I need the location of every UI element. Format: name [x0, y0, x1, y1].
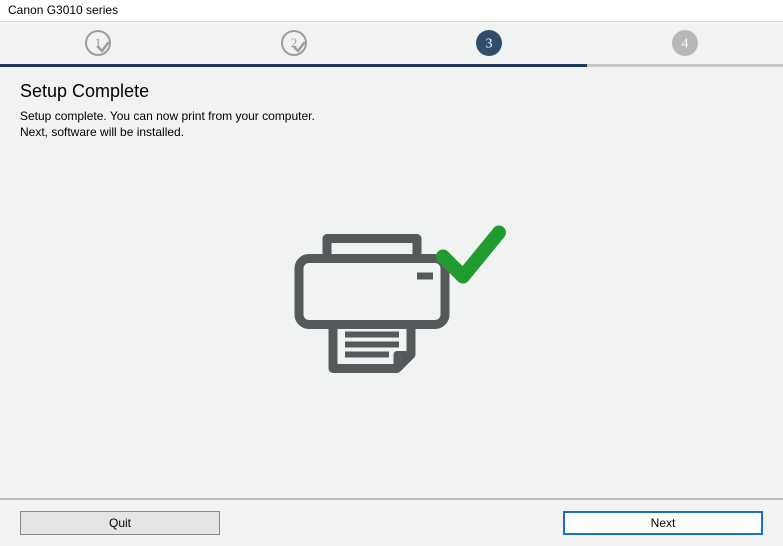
window-title: Canon G3010 series — [8, 3, 118, 17]
description-line-2: Next, software will be installed. — [20, 124, 763, 140]
next-button[interactable]: Next — [563, 511, 763, 535]
titlebar: Canon G3010 series — [0, 0, 783, 22]
step-1-done-icon: 1 — [84, 29, 112, 57]
footer-bar: Quit Next — [0, 498, 783, 546]
step-3-number: 3 — [486, 37, 493, 52]
description-line-1: Setup complete. You can now print from y… — [20, 108, 763, 124]
printer-success-graphic — [277, 223, 507, 386]
step-3-active-icon: 3 — [475, 29, 503, 57]
step-4-upcoming-icon: 4 — [671, 29, 699, 57]
installer-window: Canon G3010 series 1 2 3 4 Setup Comp — [0, 0, 783, 546]
page-heading: Setup Complete — [20, 81, 763, 102]
step-4-number: 4 — [682, 37, 689, 52]
step-2-done-icon: 2 — [280, 29, 308, 57]
content-area: Setup Complete Setup complete. You can n… — [0, 67, 783, 498]
step-indicator-row: 1 2 3 4 — [0, 22, 783, 64]
printer-icon — [299, 239, 445, 369]
quit-button[interactable]: Quit — [20, 511, 220, 535]
checkmark-icon — [443, 233, 499, 277]
